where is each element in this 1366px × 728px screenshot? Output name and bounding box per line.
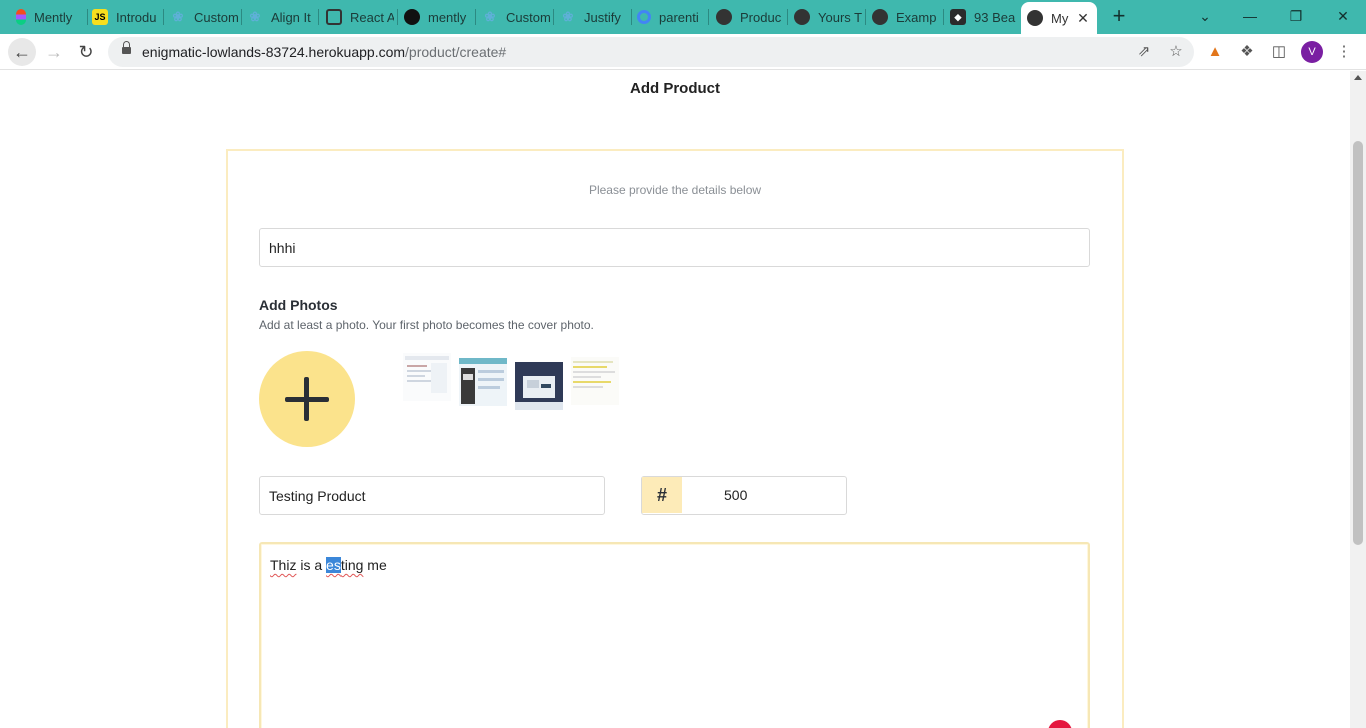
restore-button[interactable]: ❐ (1284, 5, 1308, 27)
share-icon[interactable]: ⇗ (1134, 42, 1154, 62)
bookmark-star-icon[interactable]: ☆ (1166, 42, 1186, 62)
browser-tab[interactable]: ❀ Align It (241, 5, 319, 29)
globe-icon (1027, 10, 1043, 26)
tab-title: Align It (271, 9, 311, 25)
address-bar[interactable]: enigmatic-lowlands-83724.herokuapp.com/p… (108, 37, 1194, 67)
form-subtitle: Please provide the details below (588, 183, 762, 197)
tab-search-chevron-icon[interactable]: ⌄ (1193, 5, 1217, 27)
forward-button[interactable]: → (40, 38, 68, 66)
browser-tab[interactable]: mently (398, 5, 476, 29)
browser-tab[interactable]: parenti (631, 5, 709, 29)
browser-menu-icon[interactable]: ⋮ (1334, 42, 1354, 62)
tab-strip: Mently JS Introdu ❀ Custom ❀ Align It React A me… (0, 0, 1366, 34)
tab-title: parenti (659, 9, 699, 25)
tab-title: Custom (506, 9, 550, 25)
browser-tab[interactable]: ❀ Custom (476, 5, 554, 29)
browser-tab[interactable]: Produc (710, 5, 788, 29)
page-scrollbar[interactable] (1350, 71, 1366, 728)
scroll-thumb[interactable] (1353, 141, 1363, 545)
price-input[interactable]: # 500 (641, 476, 847, 515)
browser-tab[interactable]: ❀ Custom (164, 5, 242, 29)
side-panel-icon[interactable]: ◫ (1269, 42, 1289, 62)
tab-title: Justify (584, 9, 621, 25)
page-content: Add Product Please provide the details b… (0, 71, 1350, 728)
browser-tab[interactable]: My ✕ (1021, 2, 1097, 34)
back-button[interactable]: ← (8, 38, 36, 66)
tab-title: My (1051, 10, 1069, 26)
tab-title: Introdu (116, 9, 157, 25)
product-name-value: Testing Product (269, 488, 366, 504)
browser-tab[interactable]: ❀ Justify (554, 5, 632, 29)
page-title: Add Product (630, 80, 720, 97)
title-input-value: hhhi (269, 240, 296, 256)
browser-tab[interactable]: Examp (866, 5, 944, 29)
js-icon: JS (92, 9, 108, 25)
globe-icon (872, 9, 888, 25)
reload-button[interactable]: ↻ (72, 38, 100, 66)
photo-thumbnail[interactable] (459, 358, 507, 406)
tab-title: Custom (194, 9, 238, 25)
tab-title: mently (428, 9, 467, 25)
profile-avatar[interactable]: V (1301, 41, 1323, 63)
browser-tab[interactable]: Yours T (788, 5, 866, 29)
docs-icon: ❀ (172, 9, 184, 24)
browser-tab[interactable]: JS Introdu (86, 5, 164, 29)
selected-text: es (326, 557, 341, 573)
docs-icon: ❀ (484, 9, 496, 24)
browser-toolbar: ← → ↻ enigmatic-lowlands-83724.herokuapp… (0, 34, 1366, 70)
site-icon: ◆ (950, 9, 966, 25)
lock-icon (122, 41, 131, 56)
price-value: 500 (724, 487, 748, 503)
globe-icon (794, 9, 810, 25)
add-photos-hint: Add at least a photo. Your first photo b… (259, 318, 594, 332)
photo-thumbnail[interactable] (515, 362, 563, 410)
minimize-button[interactable]: — (1238, 5, 1262, 27)
add-photos-heading: Add Photos (259, 297, 338, 313)
tab-title: Produc (740, 9, 782, 25)
browser-tab[interactable]: ◆ 93 Bea (944, 5, 1022, 29)
tab-title: Examp (896, 9, 937, 25)
new-tab-button[interactable]: + (1108, 5, 1130, 28)
tab-title: 93 Bea (974, 9, 1016, 25)
scroll-up-arrow-icon[interactable] (1354, 75, 1362, 80)
tab-title: React A (350, 9, 394, 25)
product-name-input[interactable]: Testing Product (259, 476, 605, 515)
photo-thumbnail[interactable] (571, 357, 619, 405)
photo-thumbnail[interactable] (403, 353, 451, 401)
react-icon (326, 9, 342, 25)
url-text: enigmatic-lowlands-83724.herokuapp.com/p… (142, 44, 507, 60)
title-input[interactable]: hhhi (259, 228, 1090, 267)
figma-icon (16, 9, 26, 25)
browser-tab[interactable]: React A (320, 5, 398, 29)
close-tab-icon[interactable]: ✕ (1075, 10, 1091, 26)
github-icon (404, 9, 420, 25)
google-icon (637, 10, 651, 24)
tab-title: Yours T (818, 9, 862, 25)
description-textarea[interactable]: Thiz is a esting me (259, 542, 1090, 728)
docs-icon: ❀ (562, 9, 574, 24)
browser-tab[interactable]: Mently (10, 5, 88, 29)
hash-icon: # (642, 477, 682, 513)
metamask-extension-icon[interactable]: ▲ (1205, 42, 1225, 62)
close-window-button[interactable]: ✕ (1331, 5, 1355, 27)
docs-icon: ❀ (249, 9, 261, 24)
extensions-puzzle-icon[interactable]: ❖ (1237, 42, 1257, 62)
globe-icon (716, 9, 732, 25)
description-text: Thiz is a esting me (270, 557, 387, 573)
tab-title: Mently (34, 9, 73, 25)
add-photo-button[interactable] (259, 351, 355, 447)
